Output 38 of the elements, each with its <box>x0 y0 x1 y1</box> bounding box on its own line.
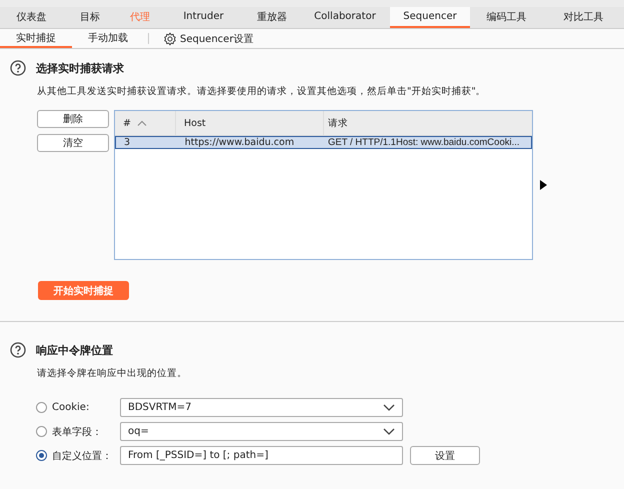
tab[interactable]: Sequencer <box>390 7 470 28</box>
section-description: 请选择令牌在响应中出现的位置。 <box>37 367 188 380</box>
settings-icon[interactable] <box>163 32 177 46</box>
tab[interactable]: 实时捕捉 <box>0 29 72 48</box>
help-icon[interactable] <box>10 342 26 358</box>
sort-icon <box>136 120 147 126</box>
section-title: 选择实时捕获请求 <box>36 60 124 76</box>
column-header[interactable]: Host <box>176 111 324 135</box>
settings-button[interactable]: 设置 <box>410 446 480 465</box>
tab[interactable]: 编码工具 <box>470 7 543 28</box>
help-icon[interactable] <box>10 60 26 76</box>
option-label: 自定义位置： <box>52 450 112 462</box>
action-button[interactable]: 清空 <box>37 134 109 152</box>
section-title: 响应中令牌位置 <box>36 342 113 358</box>
tab[interactable]: Intruder <box>163 7 244 28</box>
radio-button[interactable] <box>36 426 47 437</box>
input-field[interactable]: From [_PSSID=] to [; path=] <box>120 446 403 465</box>
option-label: 表单字段： <box>52 426 102 438</box>
option-label: Cookie: <box>52 402 90 413</box>
dropdown[interactable]: oq= <box>120 422 403 441</box>
action-button[interactable]: 删除 <box>37 110 109 128</box>
column-header[interactable]: # <box>115 111 176 135</box>
tab[interactable]: 目标 <box>63 7 117 28</box>
settings-link[interactable]: Sequencer设置 <box>180 32 254 46</box>
dropdown[interactable]: BDSVRTM=7 <box>120 398 403 417</box>
section-description: 从其他工具发送实时捕获设置请求。请选择要使用的请求，设置其他选项，然后单击"开始实时捕获"。 <box>37 85 487 98</box>
tab[interactable]: Collaborator <box>300 7 390 28</box>
tab[interactable]: 对比工具 <box>543 7 624 28</box>
expand-arrow-icon[interactable] <box>540 180 547 190</box>
column-header[interactable]: 请求 <box>324 111 532 135</box>
chevron-down-icon <box>383 428 395 435</box>
chevron-down-icon <box>383 404 395 411</box>
radio-button[interactable] <box>36 450 47 461</box>
tab[interactable]: 重放器 <box>244 7 300 28</box>
tab[interactable]: 仪表盘 <box>0 7 63 28</box>
tab[interactable]: 手动加载 <box>72 29 144 48</box>
table-row[interactable]: 3 https://www.baidu.com GET / HTTP/1.1Host: www.baidu.comCooki... <box>115 136 532 149</box>
radio-button[interactable] <box>36 402 47 413</box>
